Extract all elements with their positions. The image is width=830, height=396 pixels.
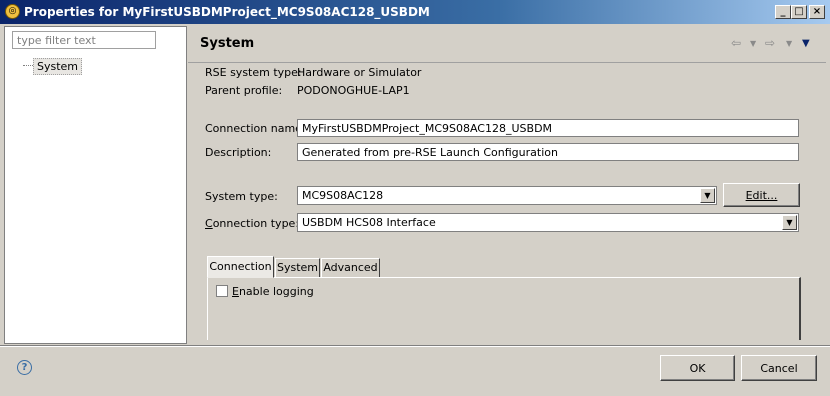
maximize-button[interactable]: □ xyxy=(791,5,807,19)
description-field[interactable] xyxy=(297,143,799,161)
forward-arrow-icon[interactable]: ⇨ xyxy=(765,36,775,50)
connection-type-label: Connection type: xyxy=(205,217,300,230)
rse-system-type-value: Hardware or Simulator xyxy=(297,66,422,79)
app-icon: ◎ xyxy=(5,4,20,19)
page-title: System xyxy=(200,36,255,51)
close-button[interactable]: × xyxy=(809,5,825,19)
footer-divider xyxy=(0,345,830,347)
system-type-label: System type: xyxy=(205,190,278,203)
title-bar: ◎ Properties for MyFirstUSBDMProject_MC9… xyxy=(0,0,830,24)
tree-item-system[interactable]: System xyxy=(33,58,83,75)
connection-type-select[interactable]: USBDM HCS08 Interface ▼ xyxy=(297,213,799,232)
minimize-button[interactable]: _ xyxy=(775,5,791,19)
forward-dropdown-icon[interactable]: ▼ xyxy=(786,39,792,48)
tree-connector xyxy=(23,65,33,66)
parent-profile-value: PODONOGHUE-LAP1 xyxy=(297,84,410,97)
edit-button[interactable]: Edit... xyxy=(723,183,800,207)
cancel-button[interactable]: Cancel xyxy=(741,355,817,381)
chevron-down-icon[interactable]: ▼ xyxy=(782,215,797,230)
connection-type-value: USBDM HCS08 Interface xyxy=(302,216,436,229)
page-header: System ⇦ ▼ ⇨ ▼ ▼ xyxy=(188,26,826,63)
connection-name-field[interactable] xyxy=(297,119,799,137)
tab-connection[interactable]: Connection xyxy=(207,256,274,278)
window-title: Properties for MyFirstUSBDMProject_MC9S0… xyxy=(24,5,430,19)
back-dropdown-icon[interactable]: ▼ xyxy=(750,39,756,48)
parent-profile-label: Parent profile: xyxy=(205,84,283,97)
description-label: Description: xyxy=(205,146,272,159)
property-tree-pane: System xyxy=(4,26,187,344)
connection-name-label: Connection name: xyxy=(205,122,306,135)
enable-logging-checkbox[interactable] xyxy=(216,285,228,297)
tab-advanced[interactable]: Advanced xyxy=(321,258,380,278)
rse-system-type-label: RSE system type: xyxy=(205,66,302,79)
filter-input[interactable] xyxy=(12,31,156,49)
ok-button[interactable]: OK xyxy=(660,355,735,381)
enable-logging-label[interactable]: Enable logging xyxy=(232,285,314,298)
help-icon[interactable]: ? xyxy=(17,360,32,375)
system-type-select[interactable]: MC9S08AC128 ▼ xyxy=(297,186,717,205)
view-menu-icon[interactable]: ▼ xyxy=(802,38,810,49)
edit-button-label: Edit... xyxy=(745,188,778,202)
system-type-value: MC9S08AC128 xyxy=(302,189,384,202)
chevron-down-icon[interactable]: ▼ xyxy=(700,188,715,203)
tab-system[interactable]: System xyxy=(275,258,320,278)
back-arrow-icon[interactable]: ⇦ xyxy=(731,36,741,50)
